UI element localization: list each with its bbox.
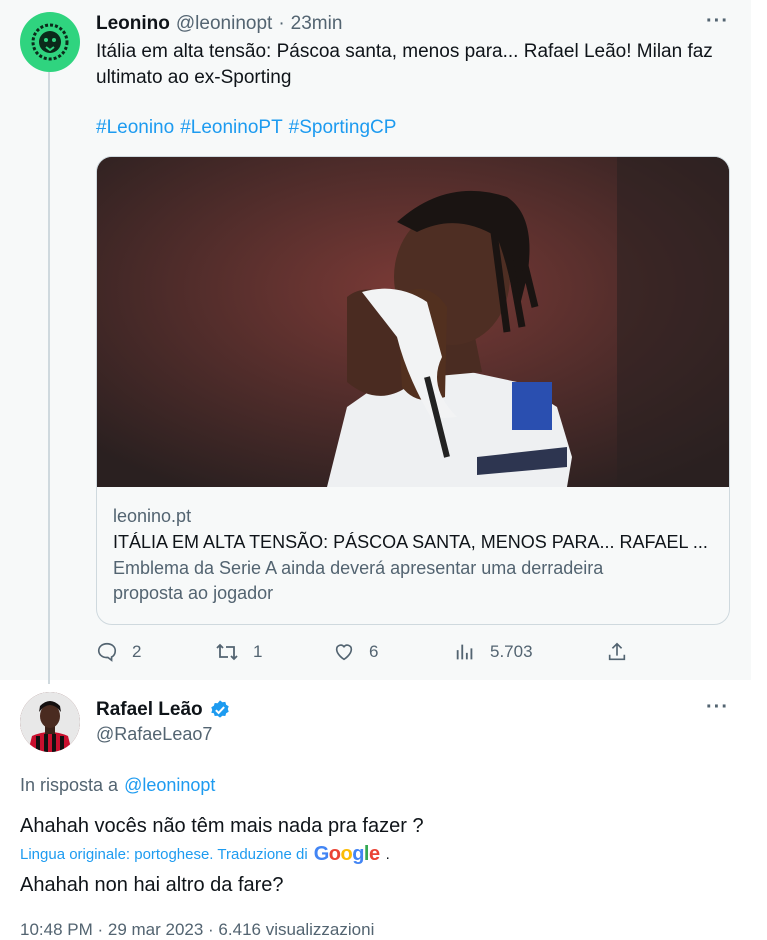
views-count: 5.703	[490, 642, 533, 661]
share-button[interactable]	[606, 641, 628, 663]
retweet-icon	[216, 643, 238, 661]
tweet1-text: Itália em alta tensão: Páscoa santa, men…	[96, 39, 736, 91]
reply-button[interactable]: 2	[96, 641, 141, 663]
rafael-leao-avatar[interactable]	[20, 692, 80, 752]
like-button[interactable]: 6	[333, 641, 378, 663]
views-button[interactable]: 5.703	[454, 641, 533, 663]
retweet-count: 1	[253, 642, 263, 661]
link-preview-card[interactable]: leonino.pt ITÁLIA EM ALTA TENSÃO: PÁSCOA…	[96, 156, 730, 625]
tweet2-author-name[interactable]: Rafael Leão	[96, 699, 203, 721]
tweet1-author-name[interactable]: Leonino	[96, 13, 170, 35]
tweet1-hashtags: #Leonino #LeoninoPT #SportingCP	[96, 115, 396, 141]
translated-text: Ahahah non hai altro da fare?	[20, 874, 284, 896]
card-description-line2: proposta ao jogador	[113, 583, 274, 603]
hashtag-link[interactable]: #LeoninoPT	[180, 115, 282, 141]
share-icon	[608, 642, 626, 661]
tweet1-time[interactable]: 23min	[291, 13, 343, 35]
tweet1-header: Leonino @leoninopt · 23min	[96, 13, 342, 35]
tweet2-handle[interactable]: @RafaeLeao7	[96, 724, 212, 745]
card-info: leonino.pt ITÁLIA EM ALTA TENSÃO: PÁSCOA…	[113, 503, 713, 606]
hashtag-link[interactable]: #SportingCP	[289, 115, 397, 141]
analytics-icon	[456, 644, 473, 660]
card-domain: leonino.pt	[113, 506, 192, 526]
leonino-avatar[interactable]	[20, 12, 80, 72]
card-photo	[97, 157, 729, 487]
tweet2-name-row: Rafael Leão	[96, 699, 231, 721]
reply-count: 2	[132, 642, 142, 661]
reply-context: In risposta a @leoninopt	[20, 775, 215, 796]
retweet-button[interactable]: 1	[215, 641, 262, 663]
google-logo[interactable]: Google	[314, 843, 380, 866]
google-logo-letter: o	[340, 843, 353, 865]
card-title: ITÁLIA EM ALTA TENSÃO: PÁSCOA SANTA, MEN…	[113, 532, 708, 552]
translation-note-link[interactable]: Lingua originale: portoghese. Traduzione…	[20, 846, 308, 863]
reply-to-label: In risposta a	[20, 775, 119, 795]
tweet2-text: Ahahah vocês não têm mais nada pra fazer…	[20, 815, 424, 837]
translation-attribution: Lingua originale: portoghese. Traduzione…	[20, 843, 390, 866]
card-description-line1: Emblema da Serie A ainda deverá apresent…	[113, 558, 604, 578]
verified-badge-icon	[210, 700, 229, 718]
reply-icon	[97, 642, 117, 662]
card-description: Emblema da Serie A ainda deverá apresent…	[113, 556, 713, 606]
tweet1-more-button[interactable]: ···	[706, 10, 729, 33]
hashtag-link[interactable]: #Leonino	[96, 115, 174, 141]
thread-connector-line	[48, 72, 50, 684]
like-count: 6	[369, 642, 379, 661]
tweet1-text-line1: Itália em alta tensão: Páscoa santa, men…	[96, 41, 713, 62]
tweet2-more-button[interactable]: ···	[706, 696, 729, 719]
tweet1-text-line2: ultimato ao ex-Sporting	[96, 67, 292, 88]
lion-logo-icon	[31, 23, 69, 61]
google-logo-letter: g	[352, 843, 364, 865]
google-logo-letter: e	[368, 843, 380, 865]
profile-photo	[20, 692, 80, 752]
tweet1-handle[interactable]: @leoninopt	[176, 13, 272, 35]
reply-to-handle-link[interactable]: @leoninopt	[124, 775, 215, 796]
google-logo-letter: G	[313, 843, 330, 865]
tweet1-separator: ·	[278, 13, 285, 34]
tweet2-timestamp-views[interactable]: 10:48 PM · 29 mar 2023 · 6.416 visualizz…	[20, 920, 374, 940]
heart-icon	[335, 644, 353, 661]
google-logo-letter: o	[328, 843, 341, 865]
